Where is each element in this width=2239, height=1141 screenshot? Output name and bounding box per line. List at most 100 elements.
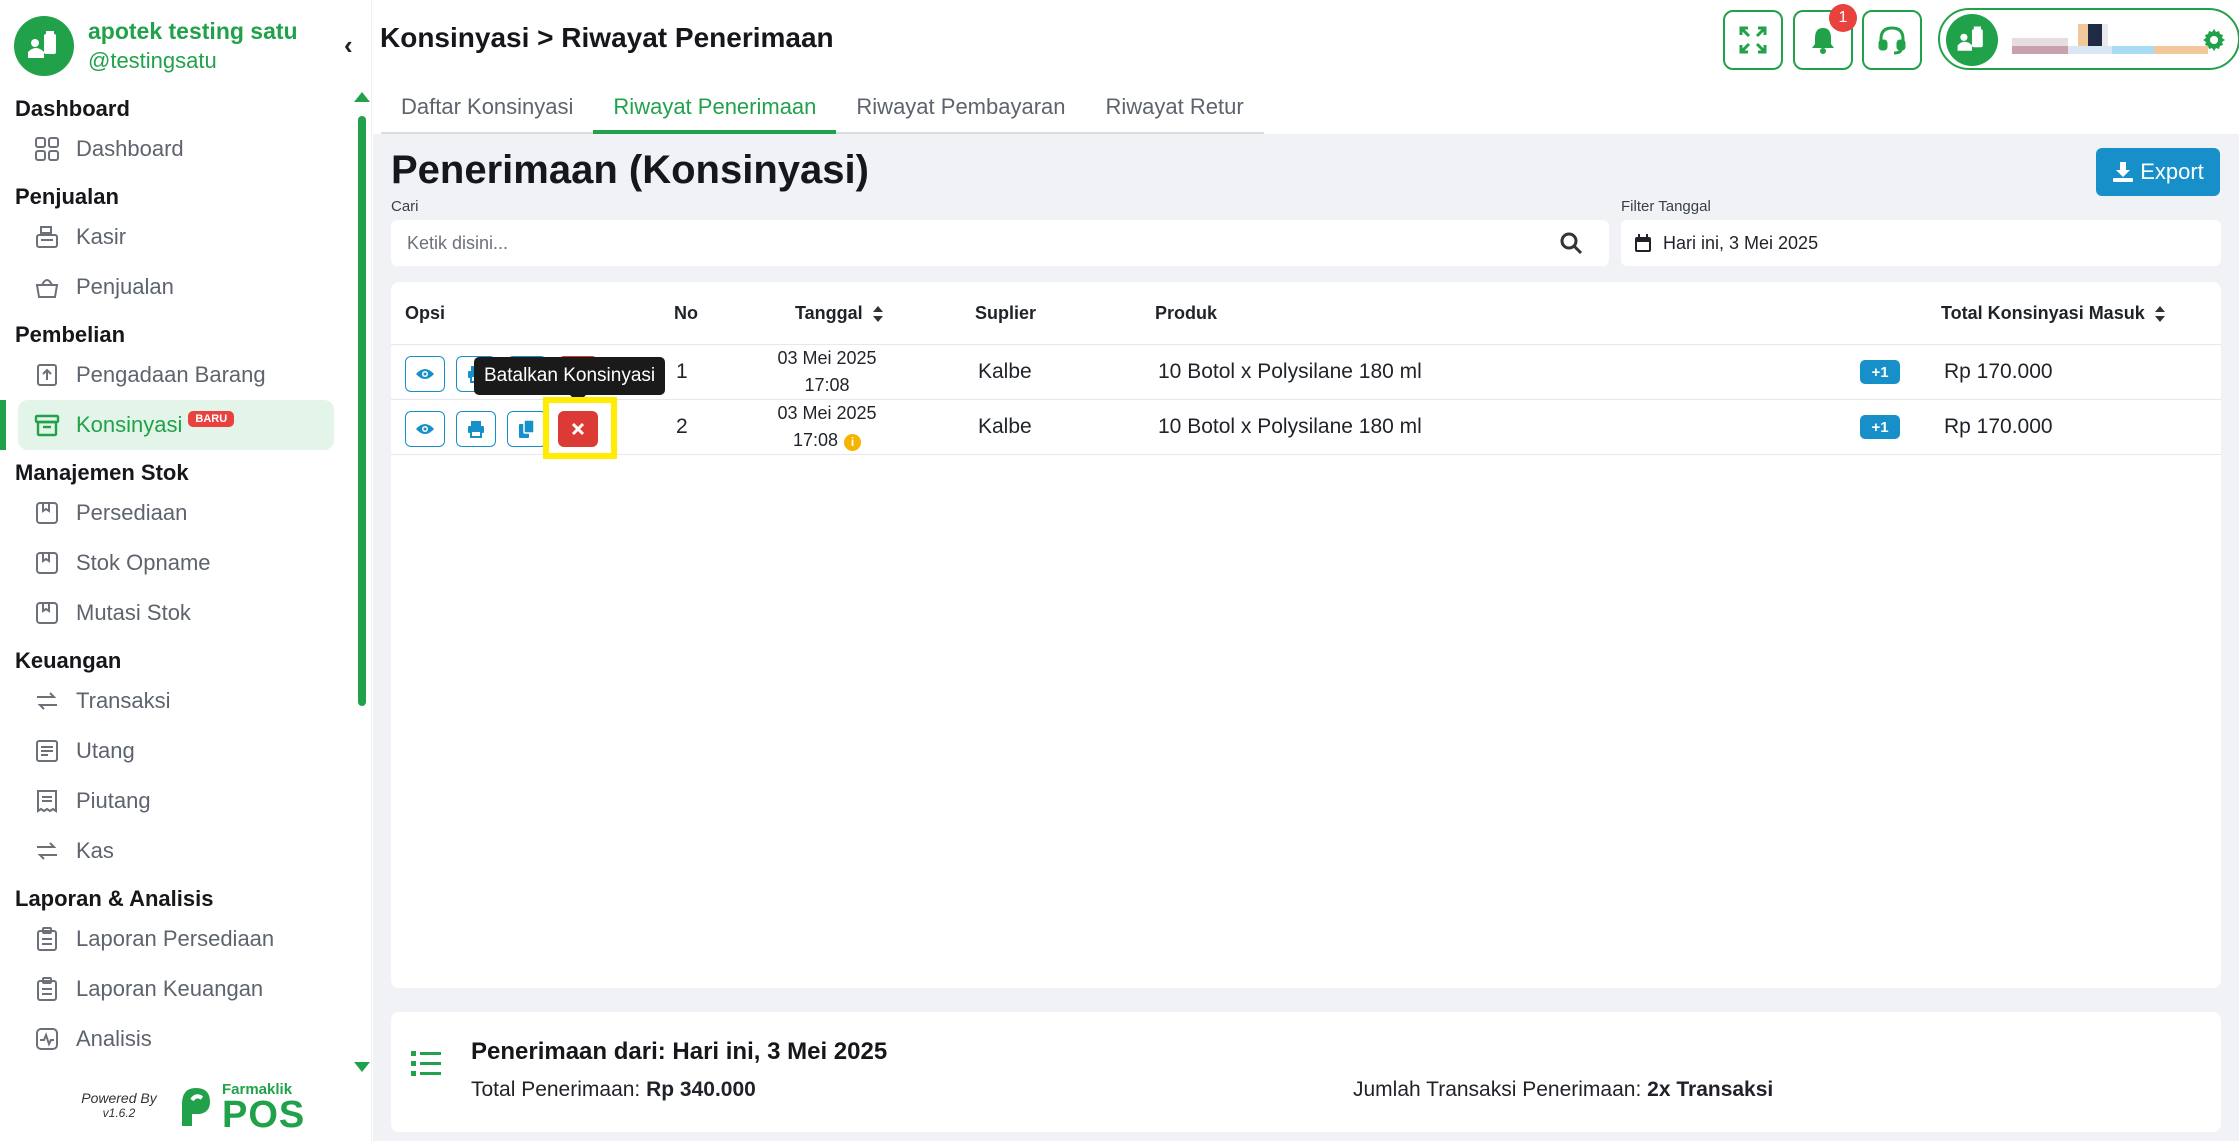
- scroll-up-arrow-icon[interactable]: [354, 92, 370, 102]
- menu-section-keuangan: Keuangan: [15, 648, 122, 673]
- sidebar-item-label: Mutasi Stok: [76, 600, 191, 625]
- tab-riwayat-pembayaran[interactable]: Riwayat Pembayaran: [836, 84, 1085, 134]
- brand[interactable]: apotek testing satu @testingsatu: [14, 14, 298, 78]
- col-header-tanggal-label: Tanggal: [795, 303, 863, 323]
- export-button[interactable]: Export: [2096, 148, 2220, 196]
- print-icon: [468, 421, 484, 438]
- sidebar-item-label: Konsinyasi: [76, 412, 183, 437]
- sidebar-item-penjualan[interactable]: Penjualan: [0, 262, 350, 312]
- notification-button[interactable]: 1: [1793, 4, 1857, 70]
- menu-section-laporan: Laporan & Analisis: [15, 886, 214, 911]
- clipboard-icon: [32, 974, 62, 1004]
- sidebar-item-label: Kas: [76, 838, 114, 863]
- menu-section-penjualan: Penjualan: [15, 184, 119, 209]
- new-badge: BARU: [188, 411, 235, 427]
- summary-count-label: Jumlah Transaksi Penerimaan:: [1353, 1078, 1642, 1101]
- search-input[interactable]: [407, 220, 1547, 266]
- sidebar-item-label: Utang: [76, 738, 135, 763]
- sidebar-item-piutang[interactable]: Piutang: [0, 776, 350, 826]
- sidebar-item-label: Transaksi: [76, 688, 171, 713]
- collapse-sidebar-chevron-icon[interactable]: ‹: [344, 30, 353, 61]
- sidebar-item-laporan-keuangan[interactable]: Laporan Keuangan: [0, 964, 350, 1014]
- menu-section-pembelian: Pembelian: [15, 322, 126, 347]
- tab-riwayat-penerimaan[interactable]: Riwayat Penerimaan: [593, 84, 837, 134]
- table-row: 1 03 Mei 2025 17:08 Kalbe 10 Botol x Pol…: [391, 345, 2221, 399]
- row-total: Rp 170.000: [1944, 360, 2053, 383]
- row-date: 03 Mei 2025 17:08 i: [757, 400, 897, 454]
- summary-total: Total Penerimaan: Rp 340.000: [471, 1078, 756, 1102]
- menu-section-dashboard: Dashboard: [15, 96, 130, 121]
- sidebar-item-analisis[interactable]: Analisis: [0, 1014, 350, 1064]
- basket-icon: [32, 272, 62, 302]
- scroll-down-arrow-icon[interactable]: [354, 1062, 370, 1072]
- date-filter-label: Filter Tanggal: [1621, 198, 1711, 215]
- tab-bar: Daftar Konsinyasi Riwayat Penerimaan Riw…: [373, 84, 2239, 134]
- tooltip: Batalkan Konsinyasi: [474, 357, 666, 403]
- row-date-day: 03 Mei 2025: [777, 403, 877, 423]
- tab-daftar-konsinyasi[interactable]: Daftar Konsinyasi: [381, 84, 593, 134]
- sidebar-item-label: Stok Opname: [76, 550, 211, 575]
- sidebar-item-persediaan[interactable]: Persediaan: [0, 488, 350, 538]
- more-products-badge[interactable]: +1: [1860, 415, 1900, 439]
- search-field[interactable]: [391, 220, 1609, 266]
- sidebar-item-laporan-persediaan[interactable]: Laporan Persediaan: [0, 914, 350, 964]
- sidebar-item-label: Penjualan: [76, 274, 174, 299]
- profile-menu[interactable]: [1938, 8, 2239, 70]
- consignment-table: Opsi No Tanggal Suplier Produk Total Kon…: [391, 282, 2221, 988]
- sidebar-item-label: Analisis: [76, 1026, 152, 1051]
- highlight-box: [543, 397, 617, 459]
- bookmark-box-icon: [32, 598, 62, 628]
- farmaklik-logo: Farmaklik POS: [174, 1082, 305, 1134]
- tab-riwayat-retur[interactable]: Riwayat Retur: [1086, 84, 1264, 134]
- bookmark-box-icon: [32, 498, 62, 528]
- sidebar-scrollbar[interactable]: [354, 92, 370, 1072]
- swap-arrows-icon: [32, 836, 62, 866]
- row-product: 10 Botol x Polysilane 180 ml: [1158, 415, 1422, 438]
- gear-icon[interactable]: [2202, 28, 2226, 52]
- row-date-time: 17:08: [804, 375, 850, 395]
- sidebar-item-konsinyasi[interactable]: Konsinyasi BARU: [0, 400, 334, 450]
- scrollbar-thumb[interactable]: [358, 116, 366, 706]
- row-supplier: Kalbe: [978, 360, 1032, 383]
- print-button[interactable]: [456, 411, 496, 447]
- col-header-total[interactable]: Total Konsinyasi Masuk: [1941, 282, 2165, 344]
- brand-handle: @testingsatu: [88, 48, 217, 73]
- more-products-badge[interactable]: +1: [1860, 360, 1900, 384]
- date-filter-field[interactable]: Hari ini, 3 Mei 2025: [1621, 220, 2221, 266]
- sidebar-item-transaksi[interactable]: Transaksi: [0, 676, 350, 726]
- col-header-no: No: [674, 303, 698, 323]
- fullscreen-button[interactable]: [1723, 10, 1783, 70]
- sidebar-item-dashboard[interactable]: Dashboard: [0, 124, 350, 174]
- sidebar-menu: Dashboard Dashboard Penjualan Kasir Penj…: [0, 86, 350, 1064]
- sidebar-item-kasir[interactable]: Kasir: [0, 212, 350, 262]
- col-header-produk: Produk: [1155, 303, 1218, 323]
- sidebar: apotek testing satu @testingsatu ‹ Dashb…: [0, 0, 372, 1141]
- sidebar-item-label: Pengadaan Barang: [76, 362, 266, 387]
- summary-title: Penerimaan dari: Hari ini, 3 Mei 2025: [471, 1038, 888, 1065]
- view-button[interactable]: [405, 411, 445, 447]
- search-icon[interactable]: [1559, 231, 1583, 255]
- receipt-upload-icon: [32, 360, 62, 390]
- sidebar-item-pengadaan-barang[interactable]: Pengadaan Barang: [0, 350, 350, 400]
- row-product: 10 Botol x Polysilane 180 ml: [1158, 360, 1422, 383]
- eye-icon: [416, 424, 434, 434]
- sort-icon[interactable]: [872, 306, 883, 323]
- copy-button[interactable]: [507, 411, 547, 447]
- view-button[interactable]: [405, 356, 445, 392]
- main-content: Penerimaan (Konsinyasi) Export Cari Filt…: [373, 134, 2239, 1141]
- brand-name: apotek testing satu: [88, 18, 298, 44]
- sidebar-item-mutasi-stok[interactable]: Mutasi Stok: [0, 588, 350, 638]
- sidebar-item-label: Persediaan: [76, 500, 188, 525]
- table-row: 2 03 Mei 2025 17:08 i Kalbe 10 Botol x Po…: [391, 400, 2221, 454]
- row-supplier: Kalbe: [978, 415, 1032, 438]
- sort-icon[interactable]: [2154, 306, 2165, 323]
- col-header-tanggal[interactable]: Tanggal: [795, 282, 883, 344]
- col-header-suplier: Suplier: [975, 303, 1037, 323]
- sidebar-item-kas[interactable]: Kas: [0, 826, 350, 876]
- sidebar-item-utang[interactable]: Utang: [0, 726, 350, 776]
- info-icon[interactable]: i: [844, 434, 862, 451]
- clipboard-icon: [32, 924, 62, 954]
- row-divider: [391, 454, 2221, 455]
- support-button[interactable]: [1862, 10, 1922, 70]
- sidebar-item-stok-opname[interactable]: Stok Opname: [0, 538, 350, 588]
